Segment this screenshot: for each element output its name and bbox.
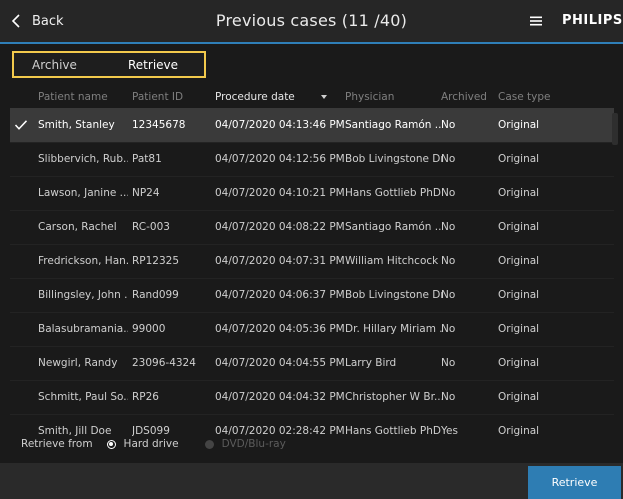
cell-archived: No <box>441 289 456 301</box>
cell-physician: Larry Bird <box>345 357 397 369</box>
cell-patient-id: 99000 <box>132 323 166 335</box>
cell-case-type: Original <box>498 221 540 233</box>
column-header-patient-name[interactable]: Patient name <box>38 91 108 103</box>
cell-physician: Santiago Ramón ... <box>345 221 443 233</box>
tab-archive[interactable]: Archive <box>14 53 110 76</box>
cell-patient-id: NP24 <box>132 187 160 199</box>
table-row[interactable]: Newgirl, Randy 23096-4324 04/07/2020 04:… <box>10 346 614 380</box>
cases-table: Patient name Patient ID Procedure date P… <box>10 84 614 448</box>
cell-patient-id: RP12325 <box>132 255 180 267</box>
cell-patient-name: Smith, Stanley <box>38 119 115 131</box>
cell-archived: No <box>441 391 456 403</box>
cell-procedure-date: 04/07/2020 04:04:55 PM <box>215 357 345 369</box>
cell-archived: No <box>441 323 456 335</box>
cell-archived: Yes <box>441 425 458 437</box>
column-header-physician[interactable]: Physician <box>345 91 394 103</box>
column-header-patient-id[interactable]: Patient ID <box>132 91 183 103</box>
table-row[interactable]: Lawson, Janine ... NP24 04/07/2020 04:10… <box>10 176 614 210</box>
table-row[interactable]: Balasubramania... 99000 04/07/2020 04:05… <box>10 312 614 346</box>
cell-patient-name: Newgirl, Randy <box>38 357 118 369</box>
table-scrollbar[interactable] <box>612 113 618 145</box>
retrieve-from-label: Retrieve from <box>21 438 93 450</box>
header-bar: Back Previous cases (11 /40) PHILIPS <box>0 0 623 44</box>
sort-descending-icon <box>320 95 327 99</box>
cell-patient-id: JDS099 <box>132 425 170 437</box>
cell-patient-id: 23096-4324 <box>132 357 196 369</box>
cell-case-type: Original <box>498 119 540 131</box>
cell-patient-name: Slibbervich, Rub... <box>38 153 128 165</box>
cell-procedure-date: 04/07/2020 02:28:42 PM <box>215 425 345 437</box>
cell-physician: Hans Gottlieb PhD <box>345 425 441 437</box>
cell-case-type: Original <box>498 323 540 335</box>
table-row[interactable]: Billingsley, John ... Rand099 04/07/2020… <box>10 278 614 312</box>
cell-archived: No <box>441 221 456 233</box>
cell-case-type: Original <box>498 425 540 437</box>
table-row[interactable]: Smith, Stanley 12345678 04/07/2020 04:13… <box>10 108 614 142</box>
column-header-case-type[interactable]: Case type <box>498 91 551 103</box>
table-header: Patient name Patient ID Procedure date P… <box>10 84 614 108</box>
radio-disabled-icon <box>204 439 214 449</box>
cell-patient-name: Smith, Jill Doe <box>38 425 112 437</box>
cell-archived: No <box>441 255 456 267</box>
cell-procedure-date: 04/07/2020 04:12:56 PM <box>215 153 345 165</box>
brand-logo: PHILIPS <box>562 13 623 28</box>
cell-patient-name: Balasubramania... <box>38 323 128 335</box>
cell-procedure-date: 04/07/2020 04:08:22 PM <box>215 221 345 233</box>
retrieve-button[interactable]: Retrieve <box>528 466 621 499</box>
cell-procedure-date: 04/07/2020 04:05:36 PM <box>215 323 345 335</box>
tab-bar: Archive Retrieve <box>12 51 206 78</box>
cell-patient-id: Pat81 <box>132 153 162 165</box>
menu-icon[interactable] <box>529 14 543 28</box>
cell-physician: Hans Gottlieb PhD <box>345 187 441 199</box>
cell-patient-name: Fredrickson, Han... <box>38 255 128 267</box>
column-header-procedure-date-label: Procedure date <box>215 91 295 103</box>
cell-physician: Christopher W Br... <box>345 391 443 403</box>
cell-patient-name: Carson, Rachel <box>38 221 117 233</box>
cell-procedure-date: 04/07/2020 04:13:46 PM <box>215 119 345 131</box>
radio-selected-icon <box>106 439 116 449</box>
cell-physician: Bob Livingstone Dr. <box>345 153 443 165</box>
cell-archived: No <box>441 153 456 165</box>
cell-patient-id: Rand099 <box>132 289 179 301</box>
cell-archived: No <box>441 119 456 131</box>
cell-case-type: Original <box>498 391 540 403</box>
table-row[interactable]: Carson, Rachel RC-003 04/07/2020 04:08:2… <box>10 210 614 244</box>
cell-patient-id: RP26 <box>132 391 159 403</box>
cell-case-type: Original <box>498 153 540 165</box>
cell-physician: Santiago Ramón ... <box>345 119 443 131</box>
tab-retrieve[interactable]: Retrieve <box>110 53 179 76</box>
cell-patient-name: Billingsley, John ... <box>38 289 128 301</box>
cell-procedure-date: 04/07/2020 04:06:37 PM <box>215 289 345 301</box>
cell-patient-id: 12345678 <box>132 119 186 131</box>
cell-physician: William Hitchcock ... <box>345 255 443 267</box>
radio-dvd-bluray[interactable]: DVD/Blu-ray <box>204 438 286 450</box>
cell-physician: Bob Livingstone Dr. <box>345 289 443 301</box>
cell-procedure-date: 04/07/2020 04:10:21 PM <box>215 187 345 199</box>
table-row[interactable]: Fredrickson, Han... RP12325 04/07/2020 0… <box>10 244 614 278</box>
cell-case-type: Original <box>498 357 540 369</box>
cell-procedure-date: 04/07/2020 04:07:31 PM <box>215 255 345 267</box>
radio-hard-drive[interactable]: Hard drive <box>106 438 179 450</box>
cell-archived: No <box>441 187 456 199</box>
cell-case-type: Original <box>498 187 540 199</box>
cell-case-type: Original <box>498 289 540 301</box>
table-row[interactable]: Schmitt, Paul So... RP26 04/07/2020 04:0… <box>10 380 614 414</box>
retrieve-from-group: Retrieve from Hard drive DVD/Blu-ray <box>21 438 286 450</box>
checkmark-icon <box>14 120 28 130</box>
radio-dvd-bluray-label: DVD/Blu-ray <box>221 438 286 450</box>
cell-patient-name: Schmitt, Paul So... <box>38 391 128 403</box>
cell-physician: Dr. Hillary Miriam ... <box>345 323 443 335</box>
radio-hard-drive-label: Hard drive <box>123 438 179 450</box>
column-header-archived[interactable]: Archived <box>441 91 487 103</box>
cell-procedure-date: 04/07/2020 04:04:32 PM <box>215 391 345 403</box>
table-row[interactable]: Slibbervich, Rub... Pat81 04/07/2020 04:… <box>10 142 614 176</box>
cell-patient-id: RC-003 <box>132 221 170 233</box>
cell-archived: No <box>441 357 456 369</box>
cell-case-type: Original <box>498 255 540 267</box>
column-header-procedure-date[interactable]: Procedure date <box>215 91 327 103</box>
cell-patient-name: Lawson, Janine ... <box>38 187 128 199</box>
